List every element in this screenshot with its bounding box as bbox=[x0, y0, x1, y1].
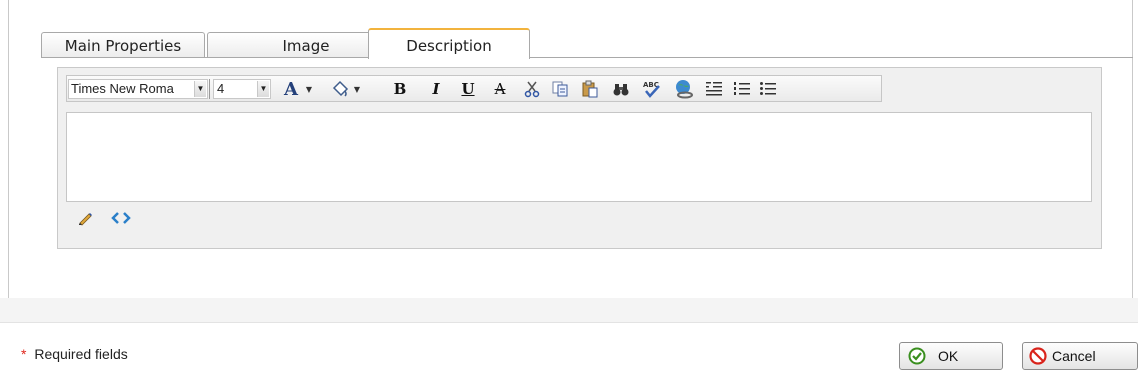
tab-underline bbox=[41, 57, 1133, 58]
strikethrough-icon: A bbox=[494, 80, 506, 98]
highlight-color-button[interactable]: ▼ bbox=[323, 78, 367, 100]
editor-mode-bar bbox=[74, 209, 146, 231]
toolbar-separator bbox=[209, 79, 210, 99]
active-tab-gap bbox=[369, 57, 529, 58]
rich-text-editor: Times New Roma ▼ 4 ▼ A ▼ ▼ B I U A ABC bbox=[57, 67, 1102, 249]
tab-main-properties[interactable]: Main Properties bbox=[41, 32, 205, 58]
tab-description-label: Description bbox=[406, 36, 492, 55]
tab-description[interactable]: Description bbox=[368, 28, 530, 59]
required-fields-label: Required fields bbox=[34, 346, 128, 362]
italic-icon: I bbox=[432, 80, 440, 98]
design-mode-button[interactable] bbox=[74, 209, 96, 231]
ordered-list-button[interactable] bbox=[731, 78, 753, 100]
spellcheck-icon: ABC bbox=[642, 79, 662, 99]
pencil-icon bbox=[77, 210, 93, 230]
font-color-icon: A bbox=[282, 79, 302, 99]
chevron-down-icon: ▼ bbox=[257, 81, 269, 97]
ok-label: OK bbox=[938, 348, 959, 364]
globe-link-icon bbox=[674, 79, 694, 99]
font-name-select[interactable]: Times New Roma ▼ bbox=[68, 79, 208, 99]
binoculars-icon bbox=[612, 80, 630, 98]
scissors-icon bbox=[523, 80, 541, 98]
required-fields-note: * Required fields bbox=[21, 346, 128, 362]
check-circle-icon bbox=[908, 347, 926, 365]
align-icon bbox=[705, 80, 723, 98]
ordered-list-icon bbox=[733, 80, 751, 98]
paste-icon bbox=[581, 80, 599, 98]
paste-button[interactable] bbox=[579, 78, 601, 100]
align-button[interactable] bbox=[703, 78, 725, 100]
copy-button[interactable] bbox=[549, 78, 571, 100]
unordered-list-button[interactable] bbox=[757, 78, 779, 100]
cancel-label: Cancel bbox=[1052, 348, 1096, 364]
font-name-value: Times New Roma bbox=[71, 81, 174, 96]
bold-button[interactable]: B bbox=[389, 78, 411, 100]
html-mode-button[interactable] bbox=[110, 209, 132, 231]
panel-bottom-strip bbox=[0, 298, 1138, 323]
code-brackets-icon bbox=[111, 211, 131, 229]
chevron-down-icon: ▼ bbox=[305, 84, 313, 94]
svg-text:A: A bbox=[283, 79, 299, 99]
underline-icon: U bbox=[461, 80, 475, 98]
dialog: Main Properties Image Description Times … bbox=[0, 0, 1138, 383]
underline-button[interactable]: U bbox=[457, 78, 479, 100]
bold-icon: B bbox=[393, 80, 407, 98]
find-button[interactable] bbox=[610, 78, 632, 100]
font-size-select[interactable]: 4 ▼ bbox=[213, 79, 271, 99]
copy-icon bbox=[551, 80, 569, 98]
highlight-color-icon bbox=[330, 79, 350, 99]
font-color-button[interactable]: A ▼ bbox=[277, 78, 317, 100]
chevron-down-icon: ▼ bbox=[353, 84, 361, 94]
tab-image-label: Image bbox=[282, 36, 330, 55]
insert-link-button[interactable] bbox=[673, 78, 695, 100]
ok-button[interactable]: OK bbox=[899, 342, 1003, 370]
tab-main-properties-label: Main Properties bbox=[64, 36, 182, 55]
spellcheck-button[interactable]: ABC bbox=[640, 78, 664, 100]
font-size-value: 4 bbox=[217, 81, 225, 96]
required-star: * bbox=[21, 346, 27, 362]
editor-toolbar: Times New Roma ▼ 4 ▼ A ▼ ▼ B I U A ABC bbox=[66, 75, 882, 102]
editor-content-area[interactable] bbox=[66, 112, 1092, 202]
unordered-list-icon bbox=[759, 80, 777, 98]
prohibited-icon bbox=[1029, 347, 1047, 365]
chevron-down-icon: ▼ bbox=[194, 81, 206, 97]
strikethrough-button[interactable]: A bbox=[489, 78, 511, 100]
italic-button[interactable]: I bbox=[425, 78, 447, 100]
cut-button[interactable] bbox=[521, 78, 543, 100]
cancel-button[interactable]: Cancel bbox=[1022, 342, 1138, 370]
